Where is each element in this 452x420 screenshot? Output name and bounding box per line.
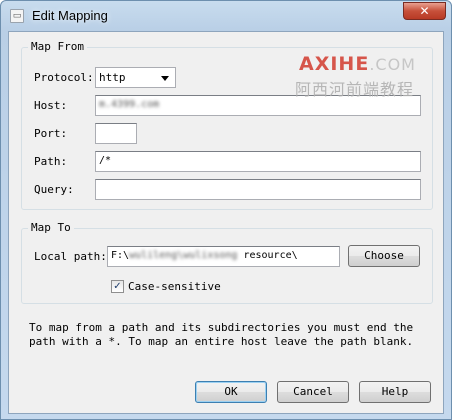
local-path-suffix: resource\ [237,250,298,261]
query-label: Query: [34,183,74,196]
local-path-obscured: wulileng\wulixsong [129,250,238,261]
case-sensitive-label[interactable]: Case-sensitive [128,280,221,293]
cancel-button[interactable]: Cancel [277,381,349,403]
port-label: Port: [34,127,68,140]
window-title: Edit Mapping [32,8,108,23]
path-label: Path: [34,155,68,168]
host-value: m.4399.com [99,99,160,110]
case-sensitive-checkbox[interactable]: ✓ [111,280,124,293]
map-from-legend: Map From [28,40,87,53]
document-icon: ▭ [10,9,24,23]
port-input[interactable] [95,123,137,144]
local-path-prefix: F:\ [111,250,130,261]
close-button[interactable]: ✕ [403,2,446,20]
help-text: To map from a path and its subdirectorie… [29,321,414,348]
title-bar[interactable]: ▭ Edit Mapping ✕ [1,1,451,31]
edit-mapping-dialog: ▭ Edit Mapping ✕ Map From Protocol: http… [0,0,452,420]
local-path-label: Local path: [34,250,107,263]
local-path-input[interactable]: F:\wulileng\wulixsong resource\ [107,246,340,267]
protocol-select[interactable]: http [95,67,176,88]
close-icon: ✕ [419,4,430,18]
host-label: Host: [34,99,68,112]
path-input[interactable]: /* [95,151,421,172]
choose-button[interactable]: Choose [348,245,420,267]
chevron-down-icon [161,76,169,81]
dialog-body: Map From Protocol: http Host: m.4399.com… [8,31,444,414]
watermark-logo: AXIHE.COM [299,53,416,75]
protocol-label: Protocol: [34,71,94,84]
query-input[interactable] [95,179,421,200]
checkmark-icon: ✓ [113,281,122,292]
protocol-value: http [99,71,126,84]
map-to-group: Map To Local path: F:\wulileng\wulixsong… [21,221,433,304]
watermark-domain: .COM [369,55,416,74]
watermark-subtitle: 阿西河前端教程 [295,80,415,99]
ok-button[interactable]: OK [195,381,267,403]
path-value: /* [99,155,112,166]
map-to-legend: Map To [28,221,74,234]
watermark-brand: AXIHE [299,53,370,75]
help-button[interactable]: Help [359,381,431,403]
